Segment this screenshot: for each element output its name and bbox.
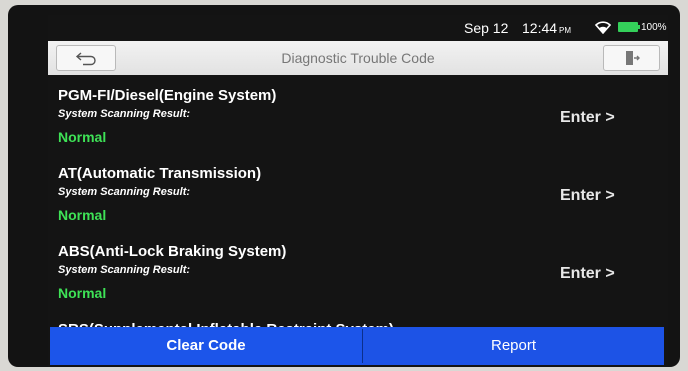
system-name: PGM-FI/Diesel(Engine System) — [58, 87, 277, 104]
system-name: AT(Automatic Transmission) — [58, 165, 262, 182]
scan-result-label: System Scanning Result: — [58, 186, 191, 198]
clear-code-button[interactable]: Clear Code — [50, 327, 362, 365]
battery-tip — [638, 25, 640, 29]
scan-result-value: Normal — [58, 207, 107, 223]
system-item-engine[interactable]: PGM-FI/Diesel(Engine System) System Scan… — [48, 77, 668, 153]
wifi-icon — [595, 21, 611, 34]
enter-button[interactable]: Enter > — [560, 265, 615, 283]
system-item-abs[interactable]: ABS(Anti-Lock Braking System) System Sca… — [48, 233, 668, 309]
bottom-action-bar: Clear Code Report — [50, 327, 664, 365]
exit-door-icon — [626, 51, 640, 65]
system-item-transmission[interactable]: AT(Automatic Transmission) System Scanni… — [48, 155, 668, 231]
scan-result-label: System Scanning Result: — [58, 264, 191, 276]
enter-button[interactable]: Enter > — [560, 187, 615, 205]
title-bar: Diagnostic Trouble Code — [48, 41, 668, 75]
exit-button[interactable] — [603, 45, 660, 71]
status-time: 12:44 PM — [522, 20, 572, 36]
report-button[interactable]: Report — [363, 327, 664, 365]
screen: Sep 12 12:44 PM 100% Diagnostic Trouble C… — [48, 15, 668, 367]
battery-percent: 100% — [641, 22, 667, 33]
scan-result-value: Normal — [58, 285, 107, 301]
scan-result-value: Normal — [58, 129, 107, 145]
system-name: ABS(Anti-Lock Braking System) — [58, 243, 287, 260]
scan-result-label: System Scanning Result: — [58, 108, 191, 120]
status-date: Sep 12 — [464, 20, 509, 36]
page-title: Diagnostic Trouble Code — [281, 50, 435, 66]
device-bezel: Sep 12 12:44 PM 100% Diagnostic Trouble C… — [8, 5, 680, 367]
battery-icon — [618, 22, 638, 32]
status-bar: Sep 12 12:44 PM 100% — [48, 15, 668, 39]
status-ampm: PM — [559, 26, 572, 35]
enter-button[interactable]: Enter > — [560, 109, 615, 127]
